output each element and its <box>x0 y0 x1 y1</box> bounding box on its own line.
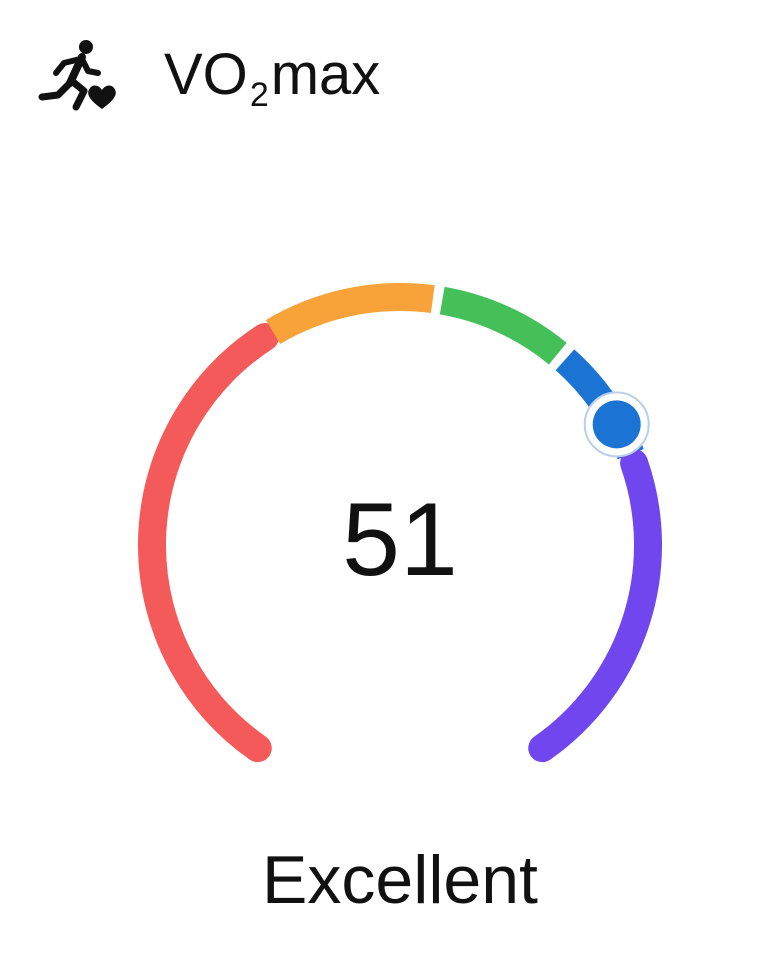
gauge-segment-orange <box>265 283 435 345</box>
gauge-indicator <box>583 391 650 458</box>
gauge-segment-green <box>439 286 567 365</box>
vo2-rating: Excellent <box>262 842 538 918</box>
vo2-value: 51 <box>342 482 458 598</box>
gauge-indicator-knob <box>592 400 641 449</box>
